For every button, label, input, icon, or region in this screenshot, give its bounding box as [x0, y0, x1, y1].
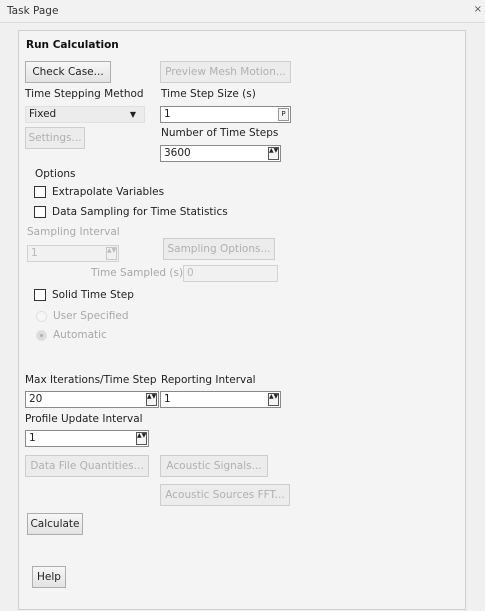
- run-calculation-heading: Run Calculation: [26, 39, 119, 51]
- time-step-size-value: 1: [164, 108, 171, 120]
- settings-button[interactable]: Settings...: [25, 127, 85, 149]
- time-stepping-method-value: Fixed: [29, 108, 57, 120]
- preview-mesh-motion-button[interactable]: Preview Mesh Motion...: [160, 61, 291, 83]
- sampling-interval-value: 1: [31, 247, 38, 259]
- solid-time-step-checkbox[interactable]: [34, 289, 46, 301]
- time-stepping-method-dropdown[interactable]: Fixed ▼: [25, 106, 145, 123]
- time-sampled-input[interactable]: 0: [183, 265, 278, 282]
- acoustic-sources-fft-button[interactable]: Acoustic Sources FFT...: [160, 484, 290, 506]
- time-stepping-method-label: Time Stepping Method: [25, 88, 144, 100]
- time-step-size-label: Time Step Size (s): [161, 88, 256, 100]
- spinner-icon[interactable]: ▲▼: [136, 432, 147, 445]
- reporting-interval-value: 1: [164, 393, 171, 405]
- spinner-icon[interactable]: ▲▼: [106, 247, 117, 260]
- profile-update-interval-input[interactable]: 1 ▲▼: [25, 430, 149, 447]
- help-button[interactable]: Help: [32, 566, 66, 588]
- sampling-interval-input[interactable]: 1 ▲▼: [27, 245, 119, 262]
- number-of-time-steps-input[interactable]: 3600 ▲▼: [160, 145, 281, 162]
- spinner-icon[interactable]: ▲▼: [268, 393, 279, 406]
- max-iterations-label: Max Iterations/Time Step: [25, 374, 157, 386]
- chevron-down-icon: ▼: [129, 110, 136, 119]
- extrapolate-variables-label: Extrapolate Variables: [52, 186, 165, 198]
- sampling-options-button[interactable]: Sampling Options...: [163, 238, 275, 260]
- profile-update-interval-value: 1: [29, 432, 36, 444]
- title-bar: Task Page ×: [0, 0, 485, 23]
- task-panel: Run Calculation Check Case... Preview Me…: [18, 30, 466, 610]
- options-heading: Options: [35, 168, 76, 180]
- max-iterations-input[interactable]: 20 ▲▼: [25, 391, 159, 408]
- data-file-quantities-button[interactable]: Data File Quantities...: [25, 455, 149, 477]
- automatic-label: Automatic: [53, 329, 107, 341]
- time-sampled-value: 0: [187, 267, 194, 279]
- number-of-time-steps-value: 3600: [164, 147, 191, 159]
- data-sampling-checkbox[interactable]: [34, 206, 46, 218]
- reporting-interval-label: Reporting Interval: [161, 374, 256, 386]
- close-icon[interactable]: ×: [474, 4, 482, 15]
- spinner-icon[interactable]: ▲▼: [146, 393, 157, 406]
- extrapolate-variables-checkbox[interactable]: [34, 186, 46, 198]
- max-iterations-value: 20: [29, 393, 43, 405]
- profile-update-interval-label: Profile Update Interval: [25, 413, 143, 425]
- sampling-interval-label: Sampling Interval: [27, 226, 120, 238]
- time-step-size-input[interactable]: 1 P: [160, 106, 291, 123]
- user-specified-label: User Specified: [53, 310, 129, 322]
- user-specified-radio[interactable]: [36, 311, 47, 322]
- data-sampling-label: Data Sampling for Time Statistics: [52, 206, 228, 218]
- window-title: Task Page: [7, 5, 59, 17]
- check-case-button[interactable]: Check Case...: [25, 61, 111, 83]
- time-sampled-label: Time Sampled (s): [91, 267, 184, 279]
- reporting-interval-input[interactable]: 1 ▲▼: [160, 391, 281, 408]
- calculate-button[interactable]: Calculate: [27, 513, 83, 535]
- parameter-icon[interactable]: P: [278, 108, 289, 121]
- acoustic-signals-button[interactable]: Acoustic Signals...: [160, 455, 268, 477]
- solid-time-step-label: Solid Time Step: [52, 289, 134, 301]
- automatic-radio[interactable]: [36, 330, 47, 341]
- spinner-icon[interactable]: ▲▼: [268, 147, 279, 160]
- number-of-time-steps-label: Number of Time Steps: [161, 127, 279, 139]
